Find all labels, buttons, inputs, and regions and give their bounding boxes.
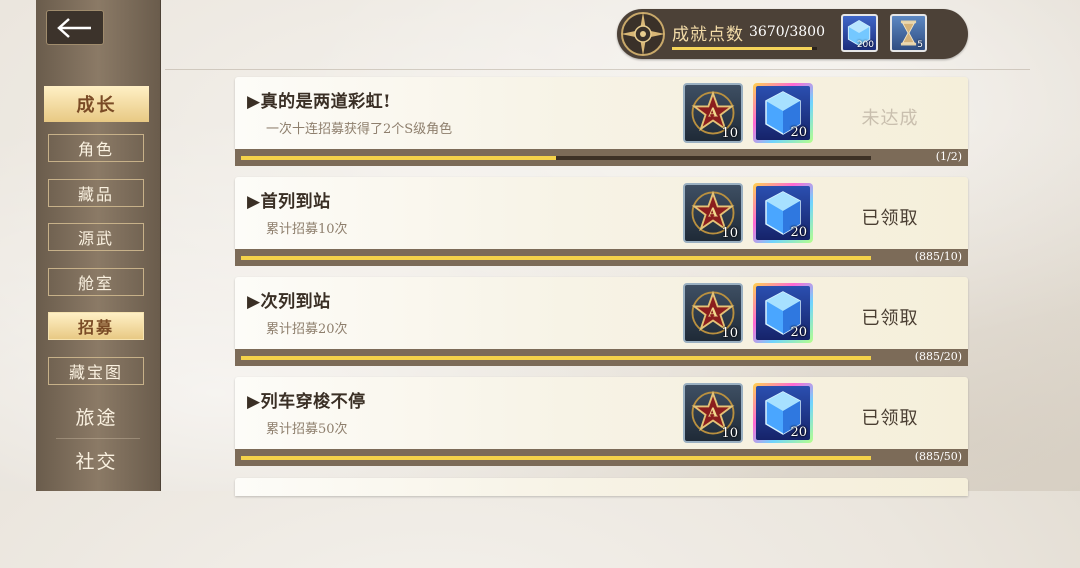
progress-text: (885/20) xyxy=(914,350,962,363)
card-body xyxy=(235,478,968,496)
achievement-description: 一次十连招募获得了2个S级角色 xyxy=(266,122,453,137)
tab-source-weapon[interactable]: 源武 xyxy=(48,223,144,251)
crystal-currency[interactable]: 200 xyxy=(841,14,878,52)
tab-treasure-map[interactable]: 藏宝图 xyxy=(48,357,144,385)
reward-a-medal[interactable]: A 10 xyxy=(683,383,743,443)
header-divider xyxy=(165,69,1030,70)
achievement-status: 未达成 xyxy=(861,108,919,129)
progress-bar xyxy=(241,256,871,260)
achievement-description: 累计招募50次 xyxy=(266,422,348,437)
svg-text:A: A xyxy=(707,406,718,420)
crystal-count: 200 xyxy=(856,40,874,50)
achievement-points-bar: 成就点数 3670/3800 200 5 xyxy=(617,9,968,59)
achievement-title: ▶真的是两道彩虹! xyxy=(247,92,392,112)
tab-character[interactable]: 角色 xyxy=(48,134,144,162)
reward-b-quantity: 20 xyxy=(790,425,807,440)
progress-text: (885/50) xyxy=(914,450,962,463)
tab-cabin[interactable]: 舱室 xyxy=(48,268,144,296)
tab-recruit[interactable]: 招募 xyxy=(48,312,144,340)
tab-social[interactable]: 社交 xyxy=(44,442,149,478)
progress-bar xyxy=(241,456,871,460)
achievement-card: ▶列车穿梭不停 累计招募50次 A 10 20 已领取 (885/50) xyxy=(235,377,968,467)
progress-footer: (885/10) xyxy=(235,249,968,266)
reward-b-crystal[interactable]: 20 xyxy=(753,183,813,243)
achievement-card: ▶首列到站 累计招募10次 A 10 20 已领取 (885/10) xyxy=(235,177,968,267)
reward-a-quantity: 10 xyxy=(721,226,738,241)
card-body: ▶次列到站 累计招募20次 A 10 20 已领取 xyxy=(235,277,968,349)
category-sidebar: 成长 角色 藏品 源武 舱室 招募 藏宝图 旅途 社交 xyxy=(36,0,161,491)
progress-footer: (1/2) xyxy=(235,149,968,166)
svg-text:A: A xyxy=(707,106,718,120)
reward-b-crystal[interactable]: 20 xyxy=(753,283,813,343)
reward-a-medal[interactable]: A 10 xyxy=(683,183,743,243)
achievement-status[interactable]: 已领取 xyxy=(835,404,945,430)
achievement-card: ▶次列到站 累计招募20次 A 10 20 已领取 (885/20) xyxy=(235,277,968,367)
reward-a-medal[interactable]: A 10 xyxy=(683,83,743,143)
achievement-status[interactable]: 已领取 xyxy=(835,304,945,330)
hourglass-count: 5 xyxy=(917,40,923,50)
achievement-title: ▶次列到站 xyxy=(247,292,331,312)
reward-a-quantity: 10 xyxy=(721,326,738,341)
achievement-title: ▶首列到站 xyxy=(247,192,331,212)
reward-a-quantity: 10 xyxy=(721,426,738,441)
score-label: 成就点数 xyxy=(672,25,744,45)
back-arrow-icon xyxy=(57,17,91,38)
achievement-card-partial xyxy=(235,478,968,568)
card-body: ▶列车穿梭不停 累计招募50次 A 10 20 已领取 xyxy=(235,377,968,449)
svg-text:A: A xyxy=(707,206,718,220)
reward-b-quantity: 20 xyxy=(790,225,807,240)
achievement-description: 累计招募20次 xyxy=(266,322,348,337)
achievement-title: ▶列车穿梭不停 xyxy=(247,392,366,412)
sidebar-divider xyxy=(56,438,140,439)
progress-bar xyxy=(241,156,871,160)
tab-growth[interactable]: 成长 xyxy=(44,86,149,122)
tab-collection[interactable]: 藏品 xyxy=(48,179,144,207)
hourglass-currency[interactable]: 5 xyxy=(890,14,927,52)
reward-a-quantity: 10 xyxy=(721,126,738,141)
reward-b-quantity: 20 xyxy=(790,125,807,140)
progress-text: (1/2) xyxy=(935,150,962,163)
progress-footer: (885/50) xyxy=(235,449,968,466)
back-button[interactable] xyxy=(46,10,104,45)
tab-journey[interactable]: 旅途 xyxy=(44,398,149,434)
card-body: ▶真的是两道彩虹! 一次十连招募获得了2个S级角色 A 10 20 未达成 xyxy=(235,77,968,149)
achievement-description: 累计招募10次 xyxy=(266,222,348,237)
score-value: 3670/3800 xyxy=(749,24,825,40)
card-body: ▶首列到站 累计招募10次 A 10 20 已领取 xyxy=(235,177,968,249)
achievement-status[interactable]: 已领取 xyxy=(835,204,945,230)
reward-b-quantity: 20 xyxy=(790,325,807,340)
reward-a-medal[interactable]: A 10 xyxy=(683,283,743,343)
progress-text: (885/10) xyxy=(914,250,962,263)
achievement-card: ▶真的是两道彩虹! 一次十连招募获得了2个S级角色 A 10 20 未达成 (1… xyxy=(235,77,968,167)
reward-b-crystal[interactable]: 20 xyxy=(753,383,813,443)
svg-text:A: A xyxy=(707,306,718,320)
progress-bar xyxy=(241,356,871,360)
score-progress xyxy=(672,47,817,50)
progress-footer: (885/20) xyxy=(235,349,968,366)
compass-emblem-icon xyxy=(621,12,665,56)
reward-b-crystal[interactable]: 20 xyxy=(753,83,813,143)
